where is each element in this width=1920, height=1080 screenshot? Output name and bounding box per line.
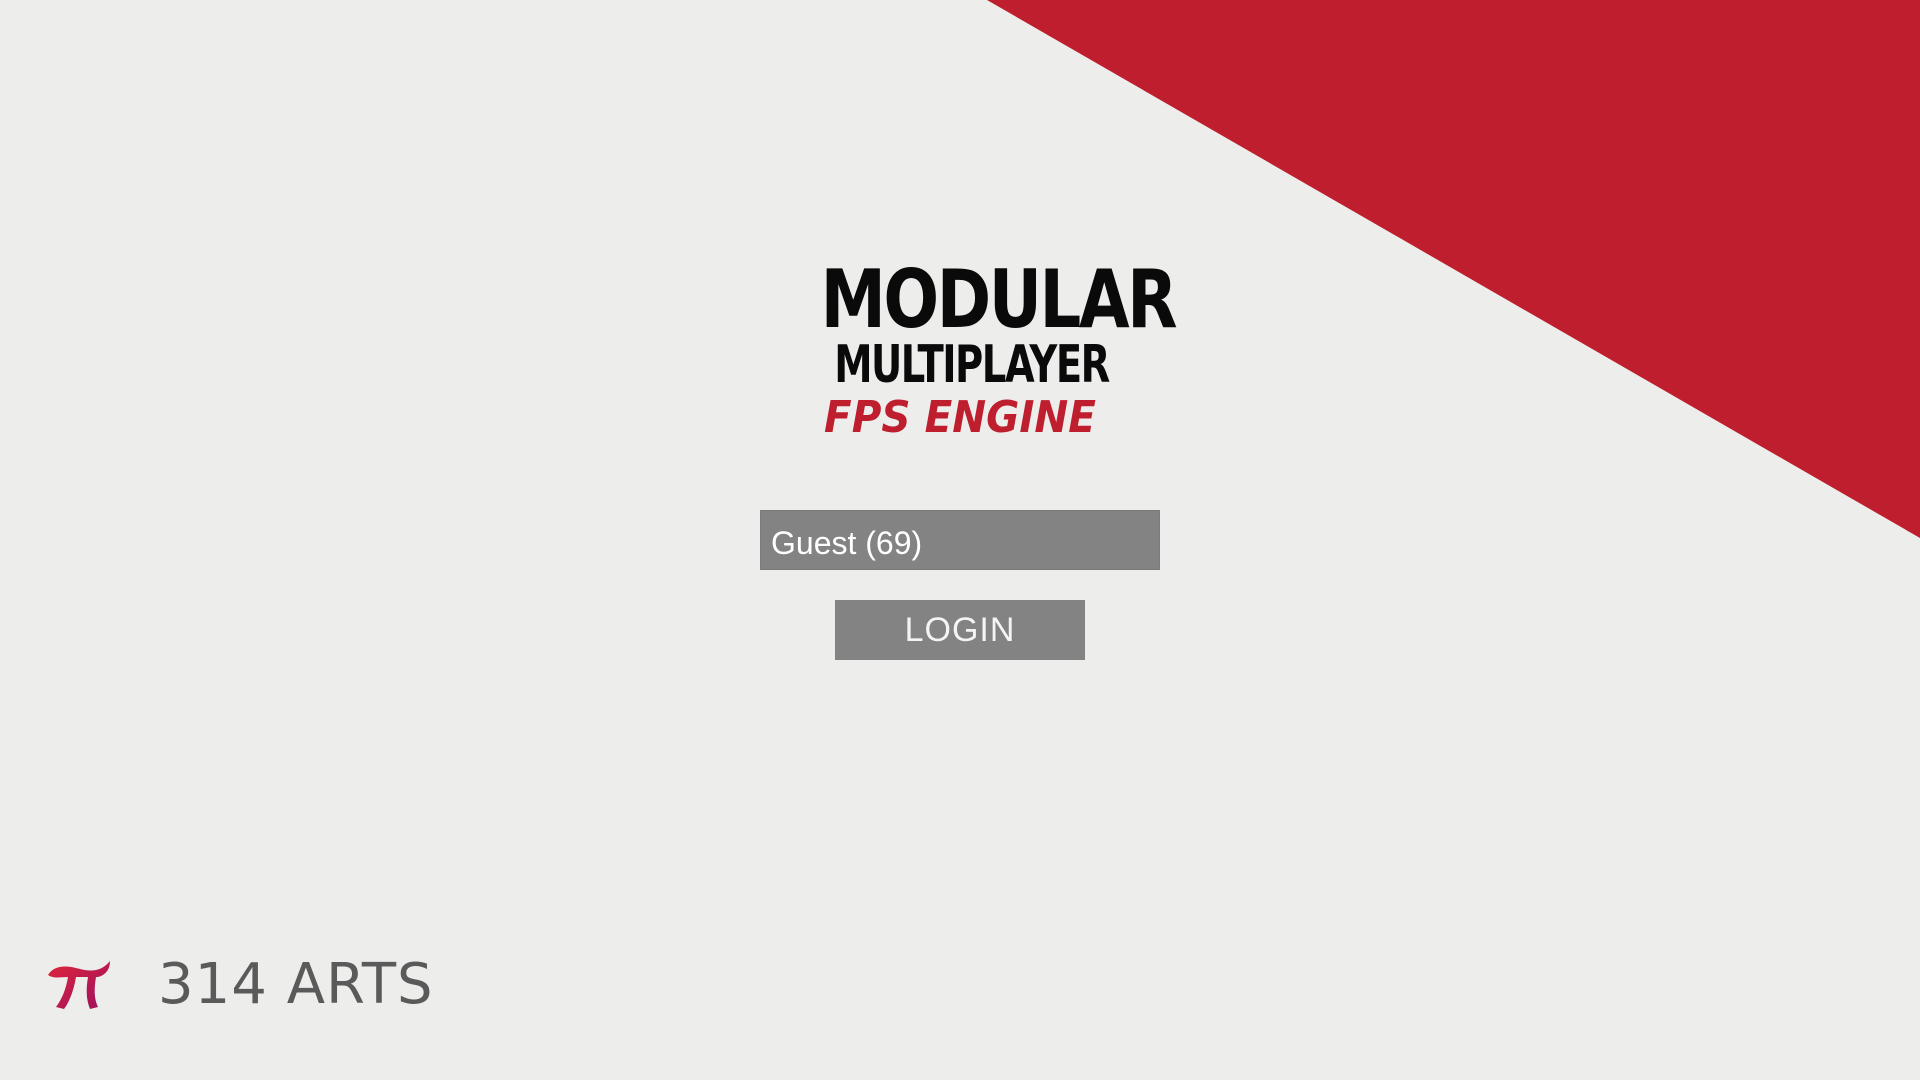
logo-title-multiplayer: MULTIPLAYER bbox=[834, 335, 1110, 395]
player-name-input[interactable] bbox=[760, 510, 1160, 570]
logo-title-modular: MODULAR bbox=[820, 253, 1178, 346]
game-logo: MODULAR MULTIPLAYER FPS ENGINE bbox=[790, 253, 1178, 444]
pi-icon bbox=[48, 961, 110, 1009]
login-button[interactable]: LOGIN bbox=[835, 600, 1085, 660]
studio-brand: 314 ARTS bbox=[46, 955, 434, 1015]
studio-name: 314 ARTS bbox=[158, 952, 434, 1017]
logo-subtitle-fps-engine: FPS ENGINE bbox=[824, 392, 1096, 443]
